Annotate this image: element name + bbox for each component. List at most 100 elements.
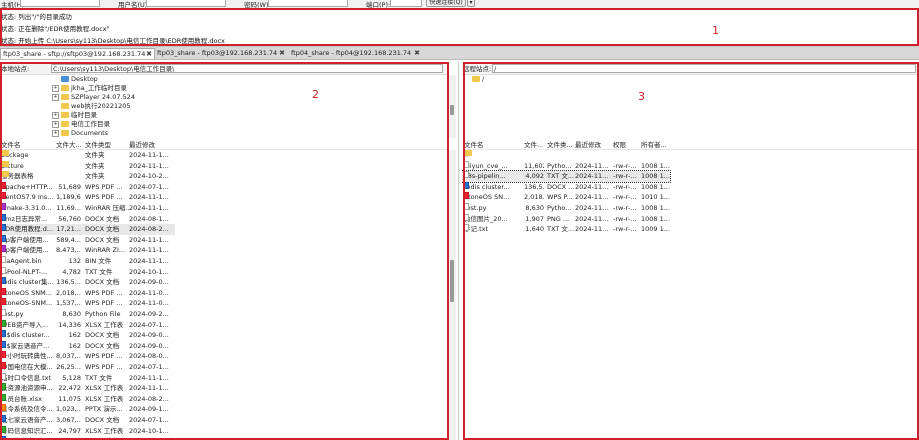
local-file-row[interactable]: JSPool-NLPT-... 4,782 TXT 文件 2024-10-1... xyxy=(0,266,175,278)
local-file-row[interactable]: 信令系统及信令... 1,023,... PPTX 演示... 2024-09-1..… xyxy=(0,404,175,415)
remote-file-row[interactable]: StoneOS SN... 2,018...WPS P...2024-11...-… xyxy=(462,192,670,203)
cell-size: 17,21... xyxy=(56,225,81,234)
close-icon[interactable]: ✖ xyxy=(146,49,152,60)
expand-icon[interactable]: + xyxy=(52,111,59,119)
cell-type: 文件夹 xyxy=(85,151,105,159)
cell-name: ~$家云语音产... xyxy=(1,340,50,350)
local-tree-scrollbar[interactable] xyxy=(449,75,456,138)
tree-item-folder[interactable]: + jkha_工作临时目录 xyxy=(52,84,127,92)
close-icon[interactable]: ✖ xyxy=(414,48,420,59)
local-file-row[interactable]: test.py 8,630 Python File 2024-09-2... xyxy=(0,309,175,320)
tree-item-folder[interactable]: + 电信工作目录 xyxy=(52,120,110,128)
remote-file-row[interactable]: test.py 8,630 Pytho... 2024-11... -rw-r-... 1… xyxy=(462,203,670,214)
col-modified[interactable]: 最近修改 xyxy=(575,140,601,150)
local-file-row[interactable]: 云资源池资源申... 22,472 XLSX 工作表 2024-11-1... xyxy=(0,383,175,394)
remote-file-row[interactable]: k8s-pipelin... 4,092 TXT 文... 2024-11... -rw… xyxy=(462,170,671,183)
local-file-row[interactable]: 人员台账.xlsx 11,075 XLSX 工作表 2024-08-2... xyxy=(0,393,175,405)
remote-file-row[interactable]: 手记.txt 1,640 TXT 文... 2024-11... -rw-r-... 10… xyxy=(462,224,670,235)
tab-connection-3[interactable]: ftp04_share - ftp04@192.168.231.74 ✖ xyxy=(289,48,422,59)
scroll-thumb[interactable] xyxy=(450,260,454,302)
local-file-scrollbar[interactable] xyxy=(449,150,456,440)
local-file-row[interactable]: ftp客户端使用... 8,473,... WinRAR ZI... 2024-11-… xyxy=(0,245,175,256)
local-file-row[interactable]: 中国电信在大模... 26,25... WPS PDF ... 2024-07-1..… xyxy=(0,362,175,373)
col-permissions[interactable]: 权限 xyxy=(613,140,626,150)
local-file-row[interactable]: Apache+HTTP... 51,689 WPS PDF ... 2024-07-1… xyxy=(0,181,175,193)
local-file-row[interactable]: 北七家云语音产... 3,067,... DOCX 文档 2024-07-1... xyxy=(0,415,175,426)
expand-icon[interactable]: + xyxy=(52,129,59,137)
tree-item-folder[interactable]: + SZPlayer 24.07.524 xyxy=(52,93,135,101)
local-file-row[interactable]: CentOS7.9 Ins...1,189,6... WPS PDF ... 202… xyxy=(0,192,175,203)
cell-name: redis cluster... xyxy=(464,181,510,191)
local-file-row[interactable]: dmz日志异常... 56,760 DOCX 文档 2024-08-1... xyxy=(0,213,175,225)
local-file-row[interactable]: 号码信息知识汇... 24,797 XLSX 工作表 2024-10-1... xyxy=(0,425,175,437)
file-icon xyxy=(1,351,6,359)
tree-item-folder[interactable]: web执行20221205 xyxy=(52,102,131,110)
expand-icon[interactable]: + xyxy=(52,120,59,128)
cell-size: 136,5... xyxy=(56,278,81,287)
cell-type: Pytho... xyxy=(547,204,572,212)
col-owner[interactable]: 所有者... xyxy=(641,140,667,150)
cell-modified: 2024-11... xyxy=(575,161,609,170)
file-icon xyxy=(464,224,469,232)
local-file-header: 文件名 文件大... 文件类型 最近修改 xyxy=(0,140,447,150)
password-input[interactable] xyxy=(268,0,348,7)
col-filename[interactable]: 文件名 xyxy=(1,140,21,150)
username-input[interactable] xyxy=(146,0,226,7)
col-filename[interactable]: 文件名 xyxy=(464,140,484,150)
local-file-row[interactable]: cmake-3.31.0... 11,69... WinRAR 压缩... 2024-… xyxy=(0,203,175,214)
col-type[interactable]: 文件类型 xyxy=(85,140,111,150)
local-file-row[interactable]: EDR使用教程.d... 17,21... DOCX 文档 2024-08-2... xyxy=(0,224,175,235)
local-file-row[interactable]: 临时口令信息.txt 5,128 TXT 文件 2024-11-1... xyxy=(0,372,175,384)
tree-item-folder[interactable]: + 临时目录 xyxy=(52,111,97,119)
close-icon[interactable]: ✖ xyxy=(279,48,285,59)
local-path-input[interactable]: C:\Users\sy113\Desktop\电信工作目录\ xyxy=(51,64,443,73)
col-size[interactable]: 文件大... xyxy=(56,140,82,150)
local-file-row[interactable]: 一小时玩转典性... 8,037,... WPS PDF ... 2024-08-0.… xyxy=(0,351,175,362)
remote-path-input[interactable]: / xyxy=(492,64,916,73)
cell-type: XLSX 工作表 xyxy=(85,394,124,403)
message-log: 状态: 列出"/"的目录成功 状态: 正在删除"/EDR使用教程.docx" 状… xyxy=(0,8,919,46)
col-size[interactable]: 文件... xyxy=(524,140,543,150)
file-icon xyxy=(1,277,6,285)
col-modified[interactable]: 最近修改 xyxy=(129,140,155,150)
cell-size: 1,023,... xyxy=(56,405,81,414)
local-file-row[interactable]: ftp客户端使用... 589,4... DOCX 文档 2024-11-1... xyxy=(0,234,175,246)
local-file-row[interactable]: StoneOS SNM... 2,018,... WPS PDF ... 2024-1… xyxy=(0,287,175,299)
remote-file-row[interactable]: .. xyxy=(462,150,670,161)
file-icon xyxy=(464,213,469,221)
quickconnect-button[interactable]: 快速连接(Q) xyxy=(426,0,466,7)
file-icon xyxy=(464,203,469,210)
host-input[interactable] xyxy=(20,0,100,7)
local-file-row[interactable]: redis cluster集... 136,5... DOCX 文档 2024-09-… xyxy=(0,277,175,288)
cell-size: 5,128 xyxy=(62,373,81,382)
local-file-row[interactable]: picture 文件夹 2024-11-1... xyxy=(0,160,175,172)
expand-icon[interactable]: + xyxy=(52,84,59,92)
cell-name: IsaAgent.bin xyxy=(1,256,42,265)
remote-file-row[interactable]: redis cluster... 136,5...DOCX ...2024-11.… xyxy=(462,181,670,193)
remote-file-row[interactable]: 微信图片_20... 1,907 PNG ... 2024-11... -rw-r-..… xyxy=(462,213,670,225)
local-file-row[interactable]: StoneOS-SNM... 1,537,... WPS PDF ... 2024-1… xyxy=(0,298,175,309)
cell-size: 2,018,... xyxy=(56,288,81,297)
chevron-down-icon[interactable]: ▾ xyxy=(467,0,475,7)
tab-connection-2[interactable]: ftp03_share - ftp03@192.168.231.74 ✖ xyxy=(155,48,287,59)
local-file-row[interactable]: 员工信息表-XX...1,377,... DOCX 文档2024-10-1... xyxy=(0,436,175,440)
local-file-row[interactable]: package 文件夹 2024-11-1... xyxy=(0,150,175,161)
tab-connection-1[interactable]: ftp03_share - sftp://sftp03@192.168.231.… xyxy=(0,48,155,59)
tree-item-root[interactable]: / xyxy=(472,75,484,83)
local-file-row[interactable]: WEB资产导入... 14,336 XLSX 工作表 2024-07-1... xyxy=(0,319,175,331)
tree-item-desktop[interactable]: Desktop xyxy=(52,75,98,83)
local-file-row[interactable]: 服务器表格 文件夹 2024-10-2... xyxy=(0,171,175,182)
remote-file-row[interactable]: aliyun_cve_... 11,602Pytho...2024-11... -r… xyxy=(462,160,670,172)
annotation-label-2: 2 xyxy=(312,88,319,101)
port-input[interactable] xyxy=(390,0,422,7)
cell-modified: 2024-11-0... xyxy=(129,288,169,297)
cell-perm: -rw-r-... xyxy=(613,161,637,170)
col-type[interactable]: 文件类... xyxy=(547,140,573,150)
local-file-row[interactable]: ~$dis cluster... 162 DOCX 文档 2024-09-0... xyxy=(0,330,175,341)
local-file-row[interactable]: ~$家云语音产... 162 DOCX 文档 2024-09-0... xyxy=(0,340,175,352)
expand-icon[interactable]: + xyxy=(52,93,59,101)
local-file-row[interactable]: IsaAgent.bin 132 BIN 文件 2024-11-1... xyxy=(0,256,175,267)
cell-size: 8,630 xyxy=(62,310,81,318)
scroll-thumb[interactable] xyxy=(450,105,454,115)
tree-item-folder[interactable]: + Documents xyxy=(52,129,108,137)
